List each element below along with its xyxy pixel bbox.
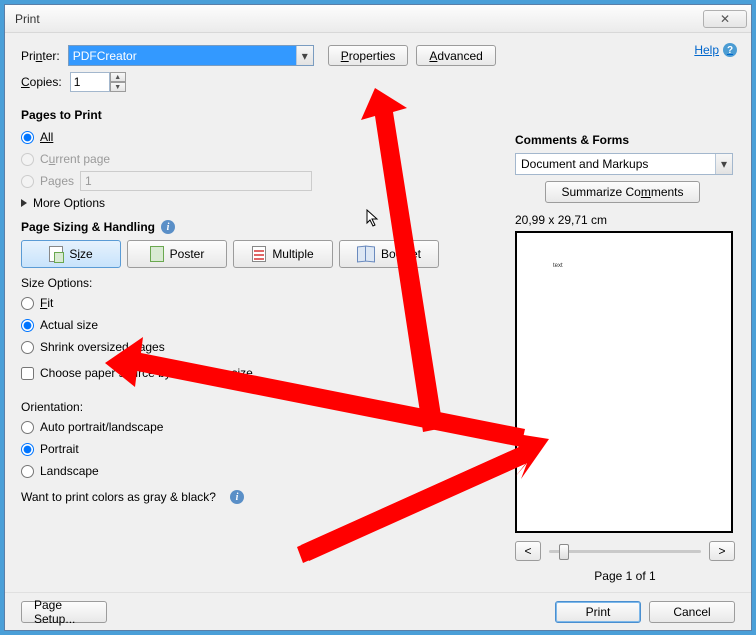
spinner-down-icon: ▼	[110, 82, 126, 92]
info-icon[interactable]: i	[230, 490, 244, 504]
tab-booklet[interactable]: Booklet	[339, 240, 439, 268]
sizing-title: Page Sizing & Handling	[21, 220, 155, 234]
poster-icon	[150, 246, 164, 262]
tab-booklet-label: Booklet	[381, 247, 421, 261]
content-area: Help ? Printer: PDFCreator ▾ Properties …	[5, 33, 751, 592]
radio-pages-label: Pages	[40, 174, 74, 188]
close-icon: ✕	[720, 12, 730, 26]
help-label: Help	[694, 43, 719, 57]
print-preview: text	[515, 231, 733, 533]
close-button[interactable]: ✕	[703, 10, 747, 28]
preview-content-text: text	[553, 263, 563, 269]
preview-prev-button[interactable]: <	[515, 541, 541, 561]
print-dialog: Print ✕ Help ? Printer: PDFCreator ▾ Pro…	[4, 4, 752, 631]
radio-pages	[21, 175, 34, 188]
chevron-down-icon: ▾	[715, 154, 732, 174]
radio-fit-label: Fit	[40, 296, 53, 310]
triangle-right-icon	[21, 199, 27, 207]
radio-current-label: Current page	[40, 152, 110, 166]
tab-multiple[interactable]: Multiple	[233, 240, 333, 268]
radio-auto-orient[interactable]	[21, 421, 34, 434]
printer-value: PDFCreator	[73, 49, 137, 63]
copies-spinner[interactable]: ▲▼	[110, 72, 126, 92]
info-icon[interactable]: i	[161, 220, 175, 234]
checkbox-paper-source[interactable]	[21, 367, 34, 380]
radio-shrink-label: Shrink oversized pages	[40, 340, 165, 354]
radio-shrink[interactable]	[21, 341, 34, 354]
preview-dimensions: 20,99 x 29,71 cm	[515, 213, 735, 227]
tab-size[interactable]: Size	[21, 240, 121, 268]
more-options-label: More Options	[33, 196, 105, 210]
radio-landscape-label: Landscape	[40, 464, 99, 478]
multiple-icon	[252, 246, 266, 262]
checkbox-paper-source-label: Choose paper source by PDF page size	[40, 366, 253, 380]
tab-poster-label: Poster	[170, 247, 205, 261]
radio-actual-label: Actual size	[40, 318, 98, 332]
pages-to-print-title: Pages to Print	[21, 108, 501, 122]
comments-select[interactable]: Document and Markups ▾	[515, 153, 733, 175]
help-link[interactable]: Help ?	[694, 43, 737, 57]
size-icon	[49, 246, 63, 262]
right-column: Comments & Forms Document and Markups ▾ …	[515, 83, 735, 583]
summarize-button[interactable]: Summarize Comments	[545, 181, 700, 203]
radio-portrait[interactable]	[21, 443, 34, 456]
radio-actual[interactable]	[21, 319, 34, 332]
copies-input[interactable]	[70, 72, 110, 92]
radio-all[interactable]	[21, 131, 34, 144]
radio-landscape[interactable]	[21, 465, 34, 478]
comments-title: Comments & Forms	[515, 133, 735, 147]
radio-auto-orient-label: Auto portrait/landscape	[40, 420, 163, 434]
pages-range-input	[80, 171, 312, 191]
radio-all-label: All	[40, 130, 53, 144]
tab-size-label: Size	[69, 247, 92, 261]
orientation-title: Orientation:	[21, 400, 501, 414]
page-setup-button[interactable]: Page Setup...	[21, 601, 107, 623]
printer-label: Printer:	[21, 49, 60, 63]
cancel-button[interactable]: Cancel	[649, 601, 735, 623]
grayscale-question: Want to print colors as gray & black?	[21, 490, 216, 504]
zoom-slider[interactable]	[549, 550, 701, 553]
page-indicator: Page 1 of 1	[515, 569, 735, 583]
comments-value: Document and Markups	[521, 157, 648, 171]
radio-current	[21, 153, 34, 166]
advanced-button[interactable]: Advanced	[416, 45, 495, 66]
window-title: Print	[15, 12, 703, 26]
titlebar: Print ✕	[5, 5, 751, 33]
size-options-label: Size Options:	[21, 276, 501, 290]
booklet-icon	[357, 246, 375, 262]
sizing-title-row: Page Sizing & Handling i	[21, 220, 501, 234]
chevron-down-icon: ▾	[296, 46, 313, 65]
copies-label: Copies:	[21, 75, 62, 89]
print-button[interactable]: Print	[555, 601, 641, 623]
slider-thumb[interactable]	[559, 544, 569, 560]
printer-select[interactable]: PDFCreator ▾	[68, 45, 314, 66]
more-options-toggle[interactable]: More Options	[21, 196, 501, 210]
preview-next-button[interactable]: >	[709, 541, 735, 561]
radio-fit[interactable]	[21, 297, 34, 310]
help-icon: ?	[723, 43, 737, 57]
spinner-up-icon: ▲	[110, 72, 126, 82]
tab-poster[interactable]: Poster	[127, 240, 227, 268]
radio-portrait-label: Portrait	[40, 442, 79, 456]
footer: Page Setup... Print Cancel	[5, 592, 751, 630]
tab-multiple-label: Multiple	[272, 247, 313, 261]
properties-button[interactable]: Properties	[328, 45, 409, 66]
